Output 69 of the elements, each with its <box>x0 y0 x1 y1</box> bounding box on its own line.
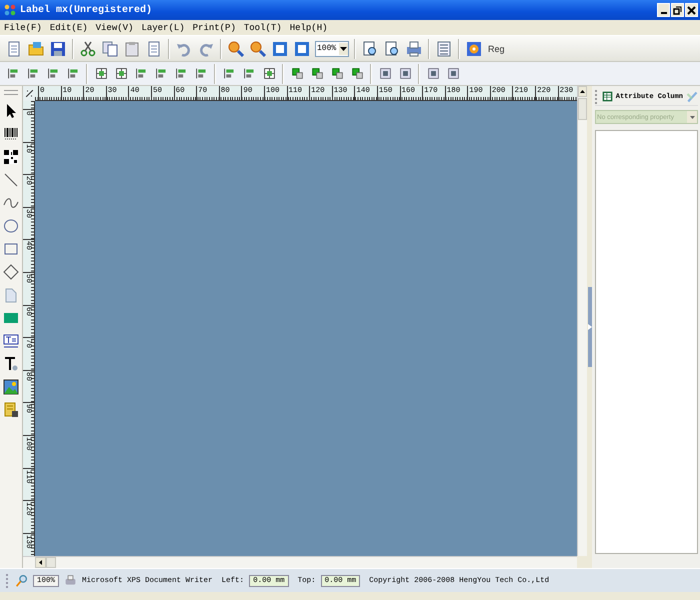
caret-icon <box>690 116 694 118</box>
close-icon <box>687 6 696 14</box>
cut-icon <box>80 40 96 56</box>
new-document-icon <box>6 40 22 56</box>
layer-icon <box>310 67 324 80</box>
print-icon <box>406 40 422 56</box>
zoom-in-icon <box>228 40 244 56</box>
scroll-up-button[interactable] <box>578 86 587 97</box>
qr-code-icon <box>3 148 19 164</box>
copy-icon <box>102 40 118 56</box>
menu-item[interactable]: Help(H) <box>288 22 334 32</box>
close-button[interactable] <box>685 3 698 17</box>
save-icon <box>50 40 66 56</box>
ellipse-icon <box>3 218 19 234</box>
layer-icon <box>290 67 304 80</box>
sheet-icon <box>602 91 613 102</box>
menu-item[interactable]: Edit(E) <box>48 22 94 32</box>
menu-item[interactable]: Print(P) <box>190 22 242 32</box>
panel-splitter[interactable] <box>588 287 592 367</box>
register-button[interactable]: Reg <box>485 38 508 60</box>
layer-icon <box>330 67 344 80</box>
menu-item[interactable]: View(V) <box>94 22 140 32</box>
restore-icon <box>673 6 682 14</box>
menu-item[interactable]: Layer(L) <box>139 22 191 32</box>
scroll-left-button[interactable] <box>35 557 46 568</box>
horizontal-scrollbar[interactable] <box>23 556 577 568</box>
caret-icon <box>340 46 347 50</box>
corner-mark-icon <box>26 90 32 97</box>
align-icon <box>66 67 80 80</box>
grid-icon <box>114 67 128 80</box>
minimize-button[interactable] <box>657 3 670 17</box>
scroll-thumb[interactable] <box>578 98 587 120</box>
vertical-scrollbar[interactable] <box>577 86 587 556</box>
align-icon <box>134 67 148 80</box>
text-icon <box>3 356 19 372</box>
menu-item[interactable]: Tool(T) <box>242 22 288 32</box>
paste-icon <box>124 40 140 56</box>
arrow-right-icon <box>588 324 592 330</box>
zoom-dropdown[interactable]: 100% <box>315 40 349 56</box>
app-icon <box>4 4 16 16</box>
page-icon <box>3 286 19 302</box>
text-box-icon <box>3 332 19 348</box>
menu-item[interactable]: File(F) <box>2 22 48 32</box>
page-preview-icon <box>362 40 378 56</box>
window-title: Label mx(Unregistered) <box>20 4 154 16</box>
line-icon <box>3 172 19 188</box>
align-icon <box>154 67 168 80</box>
align-icon <box>26 67 40 80</box>
minimize-icon <box>660 12 666 14</box>
printer-icon <box>64 574 78 587</box>
magnifier-icon <box>15 574 28 587</box>
barcode-icon <box>3 126 19 142</box>
diamond-icon <box>3 264 19 280</box>
scroll-thumb[interactable] <box>46 557 56 568</box>
pen-icon <box>686 90 698 102</box>
layer-icon <box>350 67 364 80</box>
list-icon <box>436 40 452 56</box>
align-icon <box>46 67 60 80</box>
grid-icon <box>94 67 108 80</box>
image-icon <box>3 378 19 394</box>
restore-button[interactable] <box>671 3 684 17</box>
grid-icon <box>262 67 276 80</box>
align-icon <box>6 67 20 80</box>
rectangle-icon <box>3 240 19 256</box>
document-icon <box>146 40 162 56</box>
open-folder-icon <box>28 40 44 56</box>
arrow-left-icon <box>39 560 42 565</box>
zoom-out-icon <box>250 40 266 56</box>
arrow-up-icon <box>580 90 585 93</box>
